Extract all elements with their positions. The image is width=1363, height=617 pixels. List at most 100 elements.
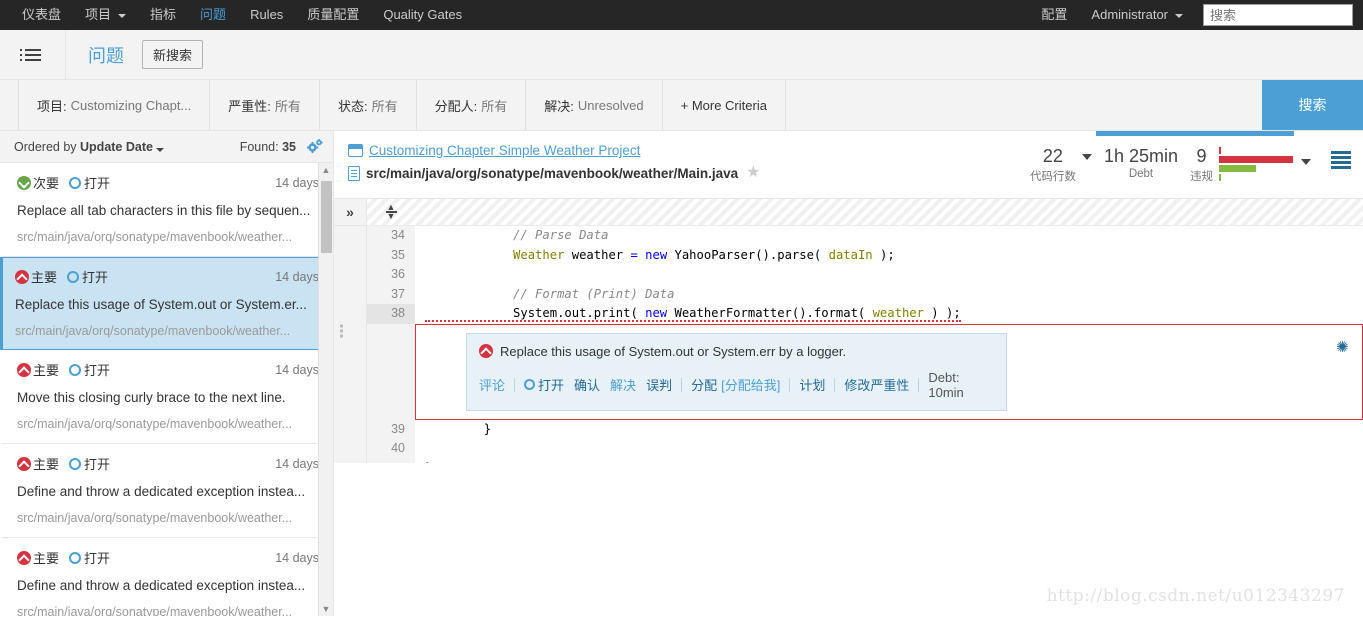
top-navigation-bar: 仪表盘 项目 指标 问题 Rules 质量配置 Quality Gates 配置… (0, 0, 1363, 30)
nav-label: 项目 (85, 7, 112, 22)
line-code: Weather weather = new YahooParser().pars… (425, 247, 895, 262)
criteria-assignee[interactable]: 分配人: 所有 (417, 80, 527, 130)
sort-prefix-label: Ordered by (14, 139, 77, 154)
nav-item-quality-gates[interactable]: Quality Gates (371, 0, 474, 30)
action-plan[interactable]: 计划 (799, 375, 825, 394)
criteria-project[interactable]: 项目: Customizing Chapt... (18, 80, 211, 130)
divider (834, 377, 836, 392)
status-open-icon (67, 270, 80, 283)
line-number: 41 (367, 458, 415, 463)
action-change-severity[interactable]: 修改严重性 (844, 375, 909, 394)
issue-meta-row: 次要 打开 14 days (17, 173, 319, 192)
action-confirm[interactable]: 确认 (574, 375, 600, 394)
page-header-bar: 问题 新搜索 (0, 29, 1363, 80)
scroll-up-arrow[interactable]: ▲ (319, 163, 333, 177)
metric-value: 22 (1042, 146, 1063, 166)
status-badge: 打开 (69, 454, 110, 473)
nav-item-quality-profiles[interactable]: 质量配置 (295, 0, 371, 30)
breadcrumb-project-link[interactable]: Customizing Chapter Simple Weather Proje… (369, 143, 640, 158)
severity-label: 主要 (33, 363, 60, 378)
severity-major-icon (15, 269, 29, 284)
chevron-down-icon (1175, 14, 1183, 18)
nav-item-settings[interactable]: 配置 (1029, 0, 1079, 30)
sort-control[interactable]: Ordered by Update Date (14, 140, 164, 154)
nav-item-projects[interactable]: 项目 (73, 0, 138, 30)
list-item[interactable]: 主要 打开 14 days Define and throw a dedicat… (0, 444, 333, 538)
issue-meta-row: 主要 打开 14 days (17, 360, 319, 379)
new-search-button[interactable]: 新搜索 (142, 40, 204, 69)
panel-resize-handle[interactable] (340, 324, 343, 338)
status-open-icon (69, 457, 82, 470)
severity-label: 主要 (33, 457, 60, 472)
action-comment[interactable]: 评论 (479, 375, 505, 394)
action-assign-to-me[interactable]: [分配给我] (721, 375, 780, 394)
severity-bar-tick (1219, 147, 1221, 154)
criteria-key: 严重性: (228, 98, 271, 114)
scroll-down-arrow[interactable]: ▼ (319, 602, 333, 616)
issue-message: Move this closing curly brace to the nex… (17, 390, 286, 405)
issue-message: Replace all tab characters in this file … (17, 203, 311, 218)
action-resolve[interactable]: 解决 (610, 375, 636, 394)
action-false-positive[interactable]: 误判 (646, 375, 672, 394)
severity-dropdown-caret[interactable] (1301, 159, 1311, 165)
folder-icon (348, 144, 363, 157)
list-icon (19, 48, 41, 61)
code-line: 36 (367, 265, 1363, 285)
issue-card-title-row: Replace this usage of System.out or Syst… (479, 344, 994, 359)
gear-icon[interactable] (306, 139, 323, 154)
nav-item-measures[interactable]: 指标 (138, 0, 188, 30)
breadcrumb: Customizing Chapter Simple Weather Proje… (334, 143, 760, 181)
issues-list-scroll-area[interactable]: 次要 打开 14 days Replace all tab characters… (0, 163, 333, 616)
severity-major-icon (479, 344, 493, 358)
status-open-icon (69, 551, 82, 564)
nav-item-issues[interactable]: 问题 (188, 0, 238, 30)
nav-item-dashboard[interactable]: 仪表盘 (10, 0, 73, 30)
issue-age: 14 days (275, 456, 319, 471)
nav-item-user-menu[interactable]: Administrator (1079, 0, 1195, 30)
found-count: Found: 35 (240, 140, 296, 154)
list-item[interactable]: 次要 打开 14 days Replace all tab characters… (0, 163, 333, 257)
issue-age: 14 days (275, 175, 319, 190)
chevron-double-right-icon[interactable]: » (334, 199, 366, 226)
global-search-input[interactable] (1203, 4, 1353, 26)
scm-blame-icon[interactable]: ✺ (1336, 339, 1352, 355)
search-submit-button[interactable]: 搜索 (1262, 80, 1363, 130)
metric-dropdown-caret[interactable] (1081, 154, 1092, 160)
expand-lines-strip[interactable]: ▲ ▼ (367, 199, 1363, 226)
code-line: 34 // Parse Data (367, 226, 1363, 246)
list-item[interactable]: 主要 打开 14 days Move this closing curly br… (0, 350, 333, 444)
nav-label: Quality Gates (383, 7, 463, 22)
divider (514, 377, 516, 392)
criteria-value: Customizing Chapt... (70, 97, 192, 113)
list-item-selected[interactable]: 主要 打开 14 days Replace this usage of Syst… (0, 257, 333, 350)
criteria-status[interactable]: 状态: 所有 (320, 80, 417, 130)
metric-debt: 1h 25min Debt (1098, 145, 1184, 180)
issues-list-scrollbar[interactable]: ▲ ▼ (318, 163, 333, 616)
line-code (415, 265, 425, 285)
star-icon[interactable]: ★ (746, 165, 760, 181)
sidebar-toggle-button[interactable] (0, 29, 66, 80)
expand-lines-button[interactable]: ▲ ▼ (367, 199, 415, 225)
top-nav-left: 仪表盘 项目 指标 问题 Rules 质量配置 Quality Gates (10, 0, 474, 30)
top-nav-right: 配置 Administrator (1029, 0, 1353, 30)
source-viewer-panel: Customizing Chapter Simple Weather Proje… (334, 131, 1363, 616)
criteria-severity[interactable]: 严重性: 所有 (210, 80, 320, 130)
line-code (415, 439, 425, 459)
status-badge: 打开 (69, 548, 110, 567)
criteria-more-button[interactable]: + More Criteria (663, 80, 786, 130)
inline-issue-card: Replace this usage of System.out or Syst… (466, 332, 1007, 411)
nav-item-rules[interactable]: Rules (238, 0, 295, 30)
severity-badge: 次要 (17, 173, 59, 192)
criteria-resolution[interactable]: 解决: Unresolved (526, 80, 663, 130)
source-viewer-header: Customizing Chapter Simple Weather Proje… (334, 131, 1363, 184)
issue-debt-label: Debt: 10min (928, 369, 964, 400)
action-status-open[interactable]: 打开 (524, 375, 564, 394)
source-actions-menu-icon[interactable] (1331, 145, 1351, 169)
list-item[interactable]: 主要 打开 14 days Define and throw a dedicat… (0, 538, 333, 616)
criteria-value: 所有 (274, 98, 301, 114)
scrollbar-thumb[interactable] (321, 181, 332, 253)
action-assign[interactable]: 分配 (691, 375, 717, 394)
issue-message: Define and throw a dedicated exception i… (17, 578, 306, 593)
severity-bar-row (1219, 165, 1293, 172)
code-line: 41 } (367, 458, 1363, 463)
